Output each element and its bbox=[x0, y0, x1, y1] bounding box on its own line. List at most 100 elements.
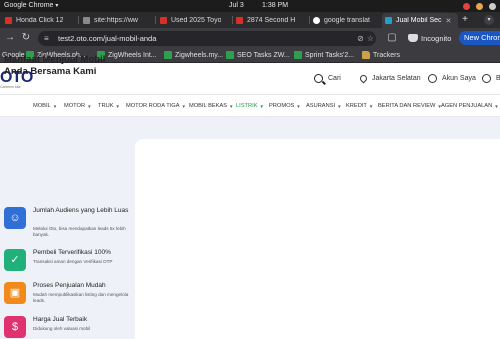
bookmark-item[interactable]: Zigwheels.my... bbox=[164, 48, 223, 62]
os-date: Jul 3 bbox=[229, 2, 244, 9]
os-time: 1:38 PM bbox=[262, 2, 289, 9]
bookmark-folder[interactable]: Trackers bbox=[362, 48, 400, 62]
globe-icon bbox=[482, 73, 491, 83]
tab-favicon bbox=[160, 17, 167, 24]
tab-divider bbox=[78, 16, 79, 24]
network-icon[interactable] bbox=[489, 2, 496, 10]
benefit-desc: Transaksi aman dengan Verifikasi OTP bbox=[33, 259, 113, 264]
tab-favicon bbox=[385, 17, 392, 24]
chevron-down-icon: ▼ bbox=[115, 103, 120, 109]
bookmark-item[interactable]: Sprint Tasks'2... bbox=[294, 48, 354, 62]
location-selector[interactable]: Jakarta Selatan bbox=[358, 72, 421, 84]
extensions-icon[interactable]: ▢ bbox=[385, 31, 399, 45]
green-square-icon bbox=[294, 51, 302, 59]
search-label: Cari bbox=[328, 74, 341, 82]
green-square-icon bbox=[164, 51, 172, 59]
tab[interactable]: site:https://ww bbox=[80, 13, 154, 28]
bookmark-item[interactable]: SEO Tasks ZW... bbox=[226, 48, 290, 62]
chrome-icon[interactable] bbox=[463, 2, 470, 10]
incognito-indicator[interactable]: Incognito bbox=[408, 31, 451, 45]
os-app-menu[interactable]: Google Chrome ▾ bbox=[4, 0, 58, 12]
nav-label: MOBIL BEKAS bbox=[189, 103, 228, 109]
benefit-item: ▣ Proses Penjualan Mudah Mudah mempublik… bbox=[4, 282, 132, 312]
search-button[interactable]: Cari bbox=[314, 72, 341, 84]
nav-label: MOTOR bbox=[64, 103, 86, 109]
nav-item-asuransi[interactable]: ASURANSI ▼ bbox=[306, 95, 342, 117]
nav-item-mobil-bekas[interactable]: MOBIL BEKAS ▼ bbox=[189, 95, 234, 117]
url-text[interactable]: test2.oto.com/jual-mobil-anda bbox=[58, 31, 156, 46]
nav-item-promos[interactable]: PROMOS ▼ bbox=[269, 95, 301, 117]
reload-button[interactable]: ↻ bbox=[19, 31, 33, 45]
logo-tagline: Carilemu kita bbox=[0, 85, 21, 89]
close-icon[interactable]: ✕ bbox=[446, 17, 452, 25]
bookmark-label: SEO Tasks ZW... bbox=[237, 51, 290, 59]
nav-item-mobil[interactable]: MOBIL ▼ bbox=[33, 95, 57, 117]
nav-item-kredit[interactable]: KREDIT ▼ bbox=[346, 95, 373, 117]
sell-car-form-panel bbox=[135, 139, 500, 339]
chevron-down-icon: ▼ bbox=[181, 103, 186, 109]
folder-icon bbox=[362, 51, 370, 59]
chevron-down-icon: ▼ bbox=[87, 103, 92, 109]
tab-strip: Honda Click 12 site:https://ww Used 2025… bbox=[0, 12, 500, 28]
bookmark-label: Sprint Tasks'2... bbox=[305, 51, 355, 59]
chevron-down-icon: ▼ bbox=[229, 103, 234, 109]
benefit-desc: Mudah mempublikasikan listing dan mengel… bbox=[33, 292, 129, 303]
chevron-down-icon: ▼ bbox=[52, 103, 58, 109]
tab[interactable]: google translat bbox=[310, 13, 382, 28]
tab-active[interactable]: Jual Mobil Sec ✕ bbox=[382, 13, 458, 28]
tab[interactable]: Honda Click 12 bbox=[2, 13, 76, 28]
nav-item-agen-penjualan[interactable]: AGEN PENJUALAN ▼ bbox=[441, 95, 499, 117]
main-nav: MOBIL ▼ MOTOR ▼ TRUK ▼ MOTOR RODA TIGA ▼ MOB… bbox=[0, 94, 500, 117]
color-picker-icon[interactable] bbox=[476, 2, 483, 10]
os-top-bar: Google Chrome ▾ Jul 3 1:38 PM bbox=[0, 0, 500, 12]
os-status-icons bbox=[463, 2, 496, 10]
nav-label: MOBIL bbox=[33, 103, 51, 109]
price-tag-icon: $ bbox=[11, 321, 19, 333]
tab-title: Jual Mobil Sec bbox=[396, 17, 442, 24]
tab[interactable]: 2874 Second H bbox=[233, 13, 307, 28]
nav-label: ASURANSI bbox=[306, 103, 336, 109]
os-app-name: Google Chrome bbox=[4, 2, 54, 9]
benefits-title: Manfaat Menjual Mobil Anda Bersama Kami bbox=[4, 54, 106, 77]
nav-item-truk[interactable]: TRUK ▼ bbox=[98, 95, 120, 117]
benefit-icon: ▣ bbox=[4, 282, 26, 304]
chevron-down-icon: ▼ bbox=[494, 103, 499, 109]
nav-label: MOTOR RODA TIGA bbox=[126, 103, 180, 109]
back-button[interactable]: → bbox=[3, 31, 17, 45]
nav-item-listrik[interactable]: LISTRIK ▼ bbox=[236, 95, 264, 117]
tab-title: Honda Click 12 bbox=[16, 17, 64, 24]
location-pin-icon bbox=[358, 73, 369, 83]
account-button[interactable]: Akun Saya bbox=[428, 72, 476, 84]
tab-favicon bbox=[236, 17, 243, 24]
nav-label: KREDIT bbox=[346, 103, 367, 109]
benefit-title: Pembeli Terverifikasi 100% bbox=[33, 249, 111, 256]
tab-search-button[interactable]: ▾ bbox=[484, 15, 494, 25]
tab-title: google translat bbox=[324, 17, 370, 24]
new-tab-button[interactable]: + bbox=[459, 13, 471, 27]
green-square-icon bbox=[226, 51, 234, 59]
nav-item-berita-dan-review[interactable]: BERITA DAN REVIEW ▼ bbox=[378, 95, 442, 117]
address-bar[interactable]: ≡ test2.oto.com/jual-mobil-anda ⊘ ☆ bbox=[38, 31, 376, 46]
benefit-icon: ☺ bbox=[4, 207, 26, 229]
bookmark-star-icon[interactable]: ☆ bbox=[365, 33, 376, 44]
language-selector[interactable]: B bbox=[482, 72, 500, 84]
language-label: B bbox=[496, 74, 500, 82]
tab[interactable]: Used 2025 Toyo bbox=[157, 13, 231, 28]
chevron-down-icon: ▼ bbox=[368, 103, 374, 109]
incognito-label: Incognito bbox=[421, 33, 452, 43]
tab-favicon bbox=[5, 17, 12, 24]
benefit-item: ☺ Jumlah Audiens yang Lebih Luas Melalui… bbox=[4, 207, 132, 245]
benefit-icon: ✓ bbox=[4, 249, 26, 271]
location-label: Jakarta Selatan bbox=[372, 74, 421, 82]
nav-item-motor-roda-tiga[interactable]: MOTOR RODA TIGA ▼ bbox=[126, 95, 186, 117]
bookmark-label: Zigwheels.my... bbox=[175, 51, 224, 59]
benefit-item: ✓ Pembeli Terverifikasi 100% Transaksi a… bbox=[4, 249, 132, 277]
nav-label: TRUK bbox=[98, 103, 114, 109]
tab-favicon bbox=[83, 17, 90, 24]
site-info-icon[interactable]: ≡ bbox=[44, 34, 53, 43]
chevron-down-icon: ▼ bbox=[337, 103, 342, 109]
chevron-down-icon: ▼ bbox=[296, 103, 301, 109]
tab-title: 2874 Second H bbox=[247, 17, 296, 24]
new-chrome-button[interactable]: New Chrom bbox=[459, 31, 500, 45]
nav-item-motor[interactable]: MOTOR ▼ bbox=[64, 95, 92, 117]
